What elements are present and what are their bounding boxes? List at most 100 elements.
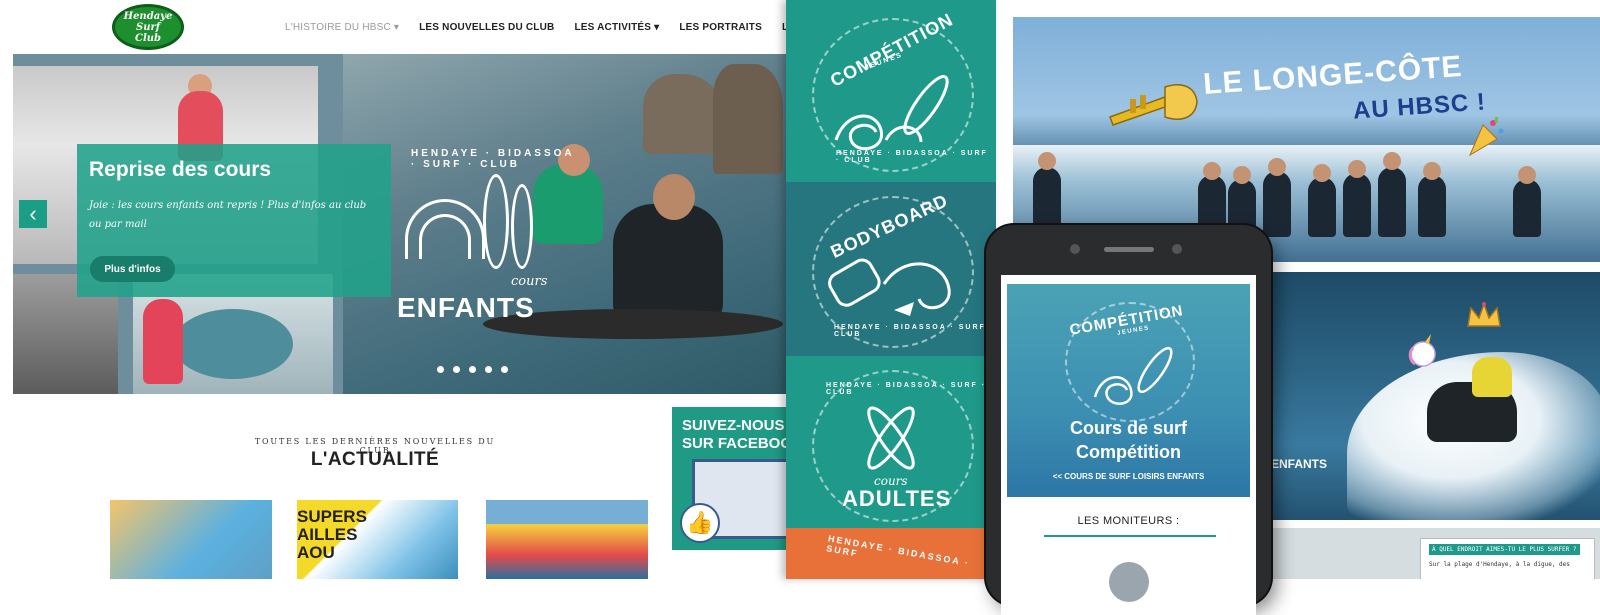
unicorn-icon <box>1408 334 1436 367</box>
badge-panel-bodyboard: BODYBOARD HENDAYE · BIDASSOA · SURF · CL… <box>786 182 996 356</box>
chevron-down-icon: ▾ <box>654 22 660 33</box>
badge-arc-text: HENDAYE · BIDASSOA · SURF · CLUB <box>411 148 575 170</box>
thumbnail-poster-text: SUPERS AILLES AOU <box>297 507 367 562</box>
swimmer-figure <box>1343 173 1371 237</box>
badge-panel-orange: HENDAYE · BIDASSOA · SURF <box>786 528 996 579</box>
hero-text: Joie : les cours enfants ont repris ! Pl… <box>89 200 367 230</box>
slider-dot[interactable] <box>437 366 444 373</box>
rock-shape <box>643 74 723 154</box>
facebook-title-line-2: SUR FACEBOOK <box>682 435 795 452</box>
crown-icon <box>1467 301 1501 327</box>
surf-action-photo: ENFANTS <box>1267 272 1600 520</box>
nav-item-activites[interactable]: LES ACTIVITÉS ▾ <box>574 22 659 33</box>
phone-page-title: Cours de surf Compétition <box>1007 416 1250 464</box>
crossed-surfboards-icon <box>867 406 915 470</box>
phone-camera <box>1070 244 1080 254</box>
facebook-title-line-1: SUIVEZ-NOUS <box>682 417 785 434</box>
phone-hero-banner: COMPÉTITION JEUNES Cours de surf Compéti… <box>1007 284 1250 497</box>
badge-panel-adultes: HENDAYE · BIDASSOA · SURF · CLUB cours A… <box>786 356 996 528</box>
club-logo[interactable]: Hendaye Surf Club <box>112 4 184 50</box>
facebook-card[interactable]: SUIVEZ-NOUS SUR FACEBOOK 👍 <box>672 407 795 550</box>
badge-title: ADULTES <box>842 486 952 511</box>
enfants-badge-small: ENFANTS <box>1271 457 1328 471</box>
interview-quote-card: À QUEL ENDROIT AIMES-TU LE PLUS SURFER ?… <box>1420 538 1595 579</box>
nav-item-label: LES ACTIVITÉS <box>574 22 652 33</box>
swimmer-head <box>1233 166 1251 184</box>
child-rider-figure <box>1472 357 1512 397</box>
swimmer-head <box>1423 162 1441 180</box>
badge-title: ENFANTS <box>397 292 535 323</box>
slider-prev-button[interactable]: ‹ <box>19 200 47 228</box>
badge-arc-text: HENDAYE · BIDASSOA · SURF <box>825 533 971 569</box>
swimmer-head <box>1268 158 1286 176</box>
party-popper-icon <box>1468 117 1504 157</box>
phone-speaker <box>1104 247 1154 252</box>
logo-line-1: Hendaye <box>123 10 173 22</box>
swimmer-figure <box>1378 167 1406 237</box>
rock-shape <box>713 64 783 174</box>
nav-item-nouvelles[interactable]: LES NOUVELLES DU CLUB <box>419 22 554 33</box>
chevron-left-icon: ‹ <box>29 201 37 226</box>
badge-arc-text: HENDAYE · BIDASSOA · SURF · CLUB <box>834 324 995 338</box>
rainbow-inner <box>419 214 471 259</box>
instructor-figure <box>613 204 723 324</box>
avatar[interactable] <box>1109 562 1149 602</box>
swimmer-head <box>1518 166 1536 184</box>
phone-title-line-2: Compétition <box>1076 442 1181 462</box>
hero-caption-box: Reprise des cours Joie : les cours enfan… <box>77 144 391 297</box>
top-navigation: Hendaye Surf Club L'HISTOIRE DU HBSC ▾ L… <box>0 0 795 54</box>
more-info-button[interactable]: Plus d'infos <box>90 256 175 282</box>
swimmer-head <box>1383 152 1401 170</box>
slider-dots <box>437 366 508 373</box>
hero-slider: HENDAYE · BIDASSOA · SURF · CLUB cours E… <box>13 54 795 394</box>
news-title: L'ACTUALITÉ <box>310 449 440 470</box>
swimmer-head <box>1348 160 1366 178</box>
group-of-swimmers <box>1023 147 1583 237</box>
slider-dot[interactable] <box>453 366 460 373</box>
badge-arc-text: HENDAYE · BIDASSOA · SURF · CLUB <box>826 382 987 396</box>
bodyboard-wave-icon <box>828 258 951 316</box>
news-thumbnail[interactable]: SUPERS AILLES AOU <box>297 500 458 579</box>
bodyboard-shape <box>173 309 293 379</box>
phone-title-line-1: Cours de surf <box>1069 418 1188 438</box>
logo-line-2: Surf <box>135 21 161 33</box>
surfboard-icon <box>511 184 533 269</box>
slider-dot[interactable] <box>501 366 508 373</box>
badge-strip: COMPÉTITION JEUNES HENDAYE · BIDASSOA · … <box>786 0 996 579</box>
badge-arc-text: HENDAYE · BIDASSOA · SURF · CLUB <box>836 150 988 164</box>
slider-dot[interactable] <box>485 366 492 373</box>
facebook-title: SUIVEZ-NOUS SUR FACEBOOK <box>682 417 795 453</box>
surfboard-icon <box>483 174 509 269</box>
moniteurs-heading: LES MONITEURS : <box>1077 515 1180 527</box>
interview-question: À QUEL ENDROIT AIMES-TU LE PLUS SURFER ? <box>1429 544 1580 555</box>
cours-enfants-badge: HENDAYE · BIDASSOA · SURF · CLUB cours E… <box>393 144 583 349</box>
chevron-down-icon: ▾ <box>393 22 400 33</box>
nav-menu: L'HISTOIRE DU HBSC ▾ LES NOUVELLES DU CL… <box>285 22 795 33</box>
swimmer-head <box>1313 164 1331 182</box>
website-mockup: Hendaye Surf Club L'HISTOIRE DU HBSC ▾ L… <box>0 0 795 579</box>
swimmer-head <box>1038 152 1056 170</box>
swimmer-figure <box>1308 177 1336 237</box>
news-thumbnail[interactable] <box>110 500 272 579</box>
swimmer-head <box>1203 162 1221 180</box>
instructor-head <box>653 174 695 220</box>
back-to-loisirs-link[interactable]: << COURS DE SURF LOISIRS ENFANTS <box>1007 472 1250 481</box>
badge-cours-label: cours <box>511 274 548 289</box>
nav-item-label: L'HISTOIRE DU HBSC <box>285 22 391 33</box>
heading-underline <box>1044 535 1216 537</box>
slider-dot[interactable] <box>469 366 476 373</box>
nav-item-portraits[interactable]: LES PORTRAITS <box>679 22 762 33</box>
interview-answer: Sur la plage d'Hendaye, à la digue, des <box>1429 561 1570 568</box>
phone-mockup: COMPÉTITION JEUNES Cours de surf Compéti… <box>986 225 1271 615</box>
logo-line-3: Club <box>134 32 162 44</box>
wave-surfboard-icon <box>834 75 949 151</box>
news-thumbnail[interactable] <box>486 500 648 579</box>
phone-sensor <box>1172 244 1182 254</box>
wave-surfboard-icon <box>1093 346 1173 405</box>
swimmer-figure <box>1263 171 1291 237</box>
thumbs-up-icon[interactable]: 👍 <box>680 503 720 543</box>
nav-item-histoire[interactable]: L'HISTOIRE DU HBSC ▾ <box>285 22 399 33</box>
girl-figure <box>143 299 183 384</box>
swimmer-figure <box>1513 179 1541 237</box>
badge-panel-competition: COMPÉTITION JEUNES HENDAYE · BIDASSOA · … <box>786 0 996 182</box>
